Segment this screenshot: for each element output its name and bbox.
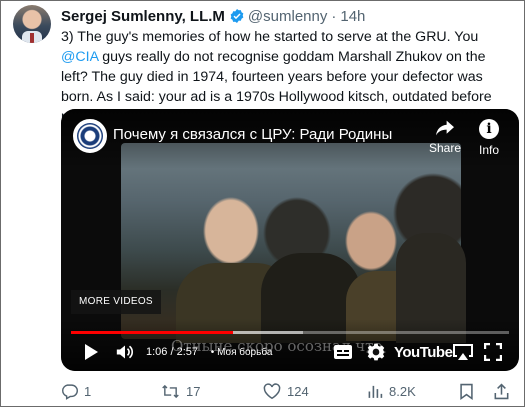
tweet-timestamp[interactable]: 14h bbox=[340, 8, 365, 25]
embedded-video-player[interactable]: Почему я связался с ЦРУ: Ради Родины Sha… bbox=[61, 109, 519, 371]
tweet-actions: 1 17 124 8.2K bbox=[61, 381, 516, 401]
author-name[interactable]: Sergej Sumlenny, LL.M bbox=[61, 8, 225, 25]
share-button[interactable]: Share bbox=[423, 119, 467, 155]
author-avatar[interactable] bbox=[13, 5, 51, 43]
like-button[interactable]: 124 bbox=[263, 381, 309, 401]
views-icon bbox=[368, 385, 383, 398]
reply-count: 1 bbox=[84, 383, 92, 399]
upload-share-icon bbox=[494, 382, 509, 399]
time-current: 1:06 bbox=[146, 346, 168, 358]
youtube-logo[interactable]: YouTube bbox=[394, 341, 453, 363]
chapter-separator: • bbox=[208, 346, 218, 358]
avatar-tie bbox=[30, 33, 34, 43]
verified-badge-icon bbox=[230, 9, 244, 23]
views-button[interactable]: 8.2K bbox=[367, 381, 416, 401]
play-button[interactable] bbox=[83, 341, 99, 363]
info-icon: i bbox=[479, 119, 499, 139]
header-separator: · bbox=[331, 7, 337, 25]
captions-button[interactable] bbox=[333, 341, 353, 363]
like-icon bbox=[263, 382, 281, 399]
fullscreen-button[interactable] bbox=[484, 341, 502, 363]
video-progress-bar[interactable] bbox=[71, 331, 509, 334]
retweet-icon bbox=[162, 384, 179, 398]
time-total: 2:57 bbox=[176, 346, 199, 358]
cia-mention-link[interactable]: @CIA bbox=[61, 49, 98, 65]
share-tweet-button[interactable] bbox=[493, 381, 516, 401]
more-videos-button[interactable]: MORE VIDEOS bbox=[71, 290, 161, 314]
info-button[interactable]: i Info bbox=[469, 119, 509, 157]
like-count: 124 bbox=[287, 383, 309, 399]
video-title[interactable]: Почему я связался с ЦРУ: Ради Родины bbox=[113, 126, 392, 143]
share-icon bbox=[436, 120, 454, 136]
video-frame[interactable] bbox=[121, 143, 466, 343]
progress-played bbox=[71, 331, 234, 334]
cia-logo-icon[interactable] bbox=[73, 119, 107, 153]
time-readout: 1:06 / 2:57 bbox=[146, 341, 198, 363]
reply-icon bbox=[62, 383, 78, 400]
tweet-header: Sergej Sumlenny, LL.M @sumlenny · 14h bbox=[61, 6, 365, 26]
bookmark-button[interactable] bbox=[459, 381, 480, 401]
time-separator: / bbox=[167, 346, 177, 358]
author-handle[interactable]: @sumlenny bbox=[248, 8, 327, 25]
chapter-title: Моя борьба bbox=[217, 346, 273, 358]
reply-button[interactable]: 1 bbox=[61, 381, 91, 401]
retweet-count: 17 bbox=[186, 383, 201, 399]
volume-button[interactable] bbox=[115, 341, 135, 363]
info-label: Info bbox=[478, 143, 499, 157]
play-icon bbox=[85, 344, 98, 360]
settings-gear-icon bbox=[366, 343, 386, 361]
chapter-label[interactable]: • Моя борьба bbox=[208, 341, 273, 363]
bookmark-icon bbox=[460, 383, 473, 400]
cia-seal bbox=[77, 123, 103, 149]
retweet-button[interactable]: 17 bbox=[161, 381, 200, 401]
volume-icon bbox=[116, 345, 134, 359]
share-label: Share bbox=[428, 141, 462, 155]
airplay-button[interactable] bbox=[452, 341, 474, 363]
tweet-card: Sergej Sumlenny, LL.M @sumlenny · 14h 3)… bbox=[0, 0, 525, 407]
settings-button[interactable] bbox=[366, 341, 386, 363]
views-count: 8.2K bbox=[389, 383, 416, 399]
tweet-text-part-1: 3) The guy's memories of how he started … bbox=[61, 29, 479, 45]
captions-icon bbox=[334, 345, 352, 359]
fullscreen-icon bbox=[484, 343, 502, 361]
airplay-icon bbox=[453, 344, 473, 360]
